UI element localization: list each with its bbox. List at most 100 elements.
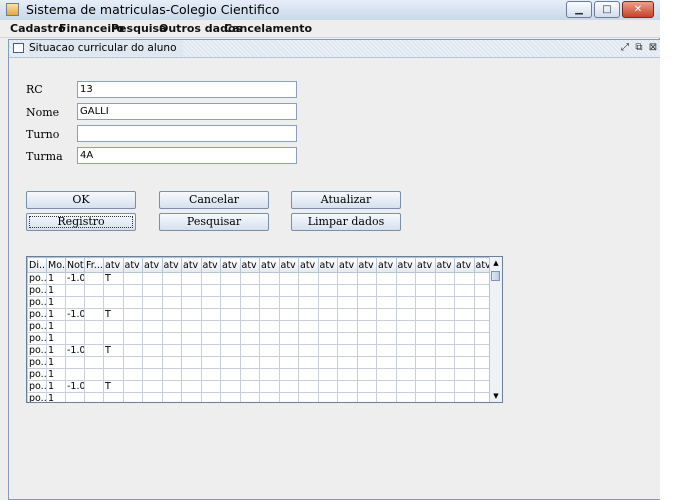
table-cell[interactable]: po... <box>27 332 47 345</box>
table-cell[interactable] <box>356 296 377 309</box>
table-cell[interactable] <box>356 332 377 345</box>
table-cell[interactable] <box>395 356 416 369</box>
close-icon[interactable]: ⊠ <box>647 42 659 54</box>
table-cell[interactable] <box>200 320 221 333</box>
table-cell[interactable] <box>161 272 182 285</box>
table-row[interactable]: po...1 <box>27 356 494 369</box>
table-cell[interactable] <box>395 392 416 402</box>
table-cell[interactable] <box>434 308 455 321</box>
column-header[interactable]: atv <box>298 257 319 273</box>
table-cell[interactable] <box>395 320 416 333</box>
table-cell[interactable] <box>278 296 299 309</box>
table-cell[interactable] <box>298 284 319 297</box>
table-cell[interactable]: po... <box>27 392 47 402</box>
table-cell[interactable] <box>84 296 104 309</box>
column-header[interactable]: Di... <box>27 257 47 273</box>
limpar-dados-button[interactable]: Limpar dados <box>291 213 401 231</box>
table-cell[interactable] <box>434 272 455 285</box>
table-cell[interactable] <box>317 368 338 381</box>
table-cell[interactable] <box>259 380 280 393</box>
table-cell[interactable] <box>356 356 377 369</box>
table-cell[interactable] <box>376 272 397 285</box>
table-cell[interactable] <box>259 272 280 285</box>
table-cell[interactable] <box>200 284 221 297</box>
menu-cancelamento[interactable]: Cancelamento <box>224 22 312 35</box>
table-cell[interactable] <box>181 284 202 297</box>
table-cell[interactable] <box>142 344 163 357</box>
table-cell[interactable] <box>317 392 338 402</box>
table-cell[interactable] <box>317 308 338 321</box>
table-cell[interactable] <box>454 284 475 297</box>
table-cell[interactable] <box>259 308 280 321</box>
table-cell[interactable] <box>103 332 124 345</box>
column-header[interactable]: atv <box>259 257 280 273</box>
table-row[interactable]: po...1 <box>27 332 494 345</box>
table-cell[interactable] <box>122 296 143 309</box>
table-cell[interactable] <box>122 320 143 333</box>
table-cell[interactable] <box>376 332 397 345</box>
table-cell[interactable] <box>317 320 338 333</box>
table-cell[interactable] <box>434 332 455 345</box>
table-cell[interactable] <box>103 284 124 297</box>
table-cell[interactable] <box>298 368 319 381</box>
table-cell[interactable] <box>259 296 280 309</box>
table-cell[interactable] <box>220 368 241 381</box>
table-cell[interactable] <box>415 332 436 345</box>
close-button[interactable]: ✕ <box>622 1 654 18</box>
table-cell[interactable] <box>239 356 260 369</box>
table-cell[interactable] <box>181 368 202 381</box>
table-cell[interactable]: 1 <box>46 368 66 381</box>
table-cell[interactable] <box>356 320 377 333</box>
table-cell[interactable] <box>84 368 104 381</box>
maximize-icon[interactable]: ⧉ <box>633 42 645 54</box>
table-cell[interactable] <box>161 332 182 345</box>
table-cell[interactable]: 1 <box>46 332 66 345</box>
table-cell[interactable] <box>356 344 377 357</box>
table-cell[interactable]: 1 <box>46 356 66 369</box>
table-cell[interactable] <box>356 308 377 321</box>
table-cell[interactable] <box>434 368 455 381</box>
table-cell[interactable] <box>376 356 397 369</box>
table-cell[interactable] <box>278 392 299 402</box>
table-cell[interactable] <box>142 332 163 345</box>
table-cell[interactable] <box>395 380 416 393</box>
table-cell[interactable] <box>122 272 143 285</box>
table-cell[interactable] <box>415 392 436 402</box>
table-cell[interactable] <box>298 356 319 369</box>
table-cell[interactable]: 1 <box>46 392 66 402</box>
internal-frame-titlebar[interactable]: Situacao curricular do aluno ⤢ ⧉ ⊠ <box>9 40 660 58</box>
table-cell[interactable] <box>317 332 338 345</box>
table-cell[interactable] <box>356 380 377 393</box>
table-cell[interactable] <box>103 320 124 333</box>
table-cell[interactable] <box>278 284 299 297</box>
table-cell[interactable] <box>395 296 416 309</box>
table-cell[interactable] <box>200 380 221 393</box>
table-cell[interactable] <box>376 392 397 402</box>
table-cell[interactable] <box>142 392 163 402</box>
table-cell[interactable] <box>200 272 221 285</box>
table-cell[interactable] <box>415 356 436 369</box>
table-cell[interactable] <box>298 332 319 345</box>
registro-button[interactable]: Registro <box>26 213 136 231</box>
table-cell[interactable] <box>278 344 299 357</box>
table-cell[interactable] <box>434 392 455 402</box>
column-header[interactable]: Fr... <box>84 257 104 273</box>
table-cell[interactable] <box>239 296 260 309</box>
table-cell[interactable] <box>337 332 358 345</box>
table-cell[interactable] <box>161 284 182 297</box>
table-cell[interactable] <box>356 284 377 297</box>
table-cell[interactable] <box>259 320 280 333</box>
table-cell[interactable] <box>259 392 280 402</box>
table-cell[interactable] <box>434 344 455 357</box>
table-cell[interactable] <box>278 308 299 321</box>
table-cell[interactable] <box>122 356 143 369</box>
window-titlebar[interactable]: Sistema de matriculas-Colegio Cientifico… <box>0 0 660 21</box>
table-cell[interactable] <box>220 320 241 333</box>
table-cell[interactable] <box>317 296 338 309</box>
table-cell[interactable] <box>434 320 455 333</box>
table-cell[interactable] <box>181 332 202 345</box>
iconify-icon[interactable]: ⤢ <box>619 42 631 54</box>
table-cell[interactable] <box>415 320 436 333</box>
table-cell[interactable] <box>84 332 104 345</box>
table-row[interactable]: po...1 <box>27 368 494 381</box>
